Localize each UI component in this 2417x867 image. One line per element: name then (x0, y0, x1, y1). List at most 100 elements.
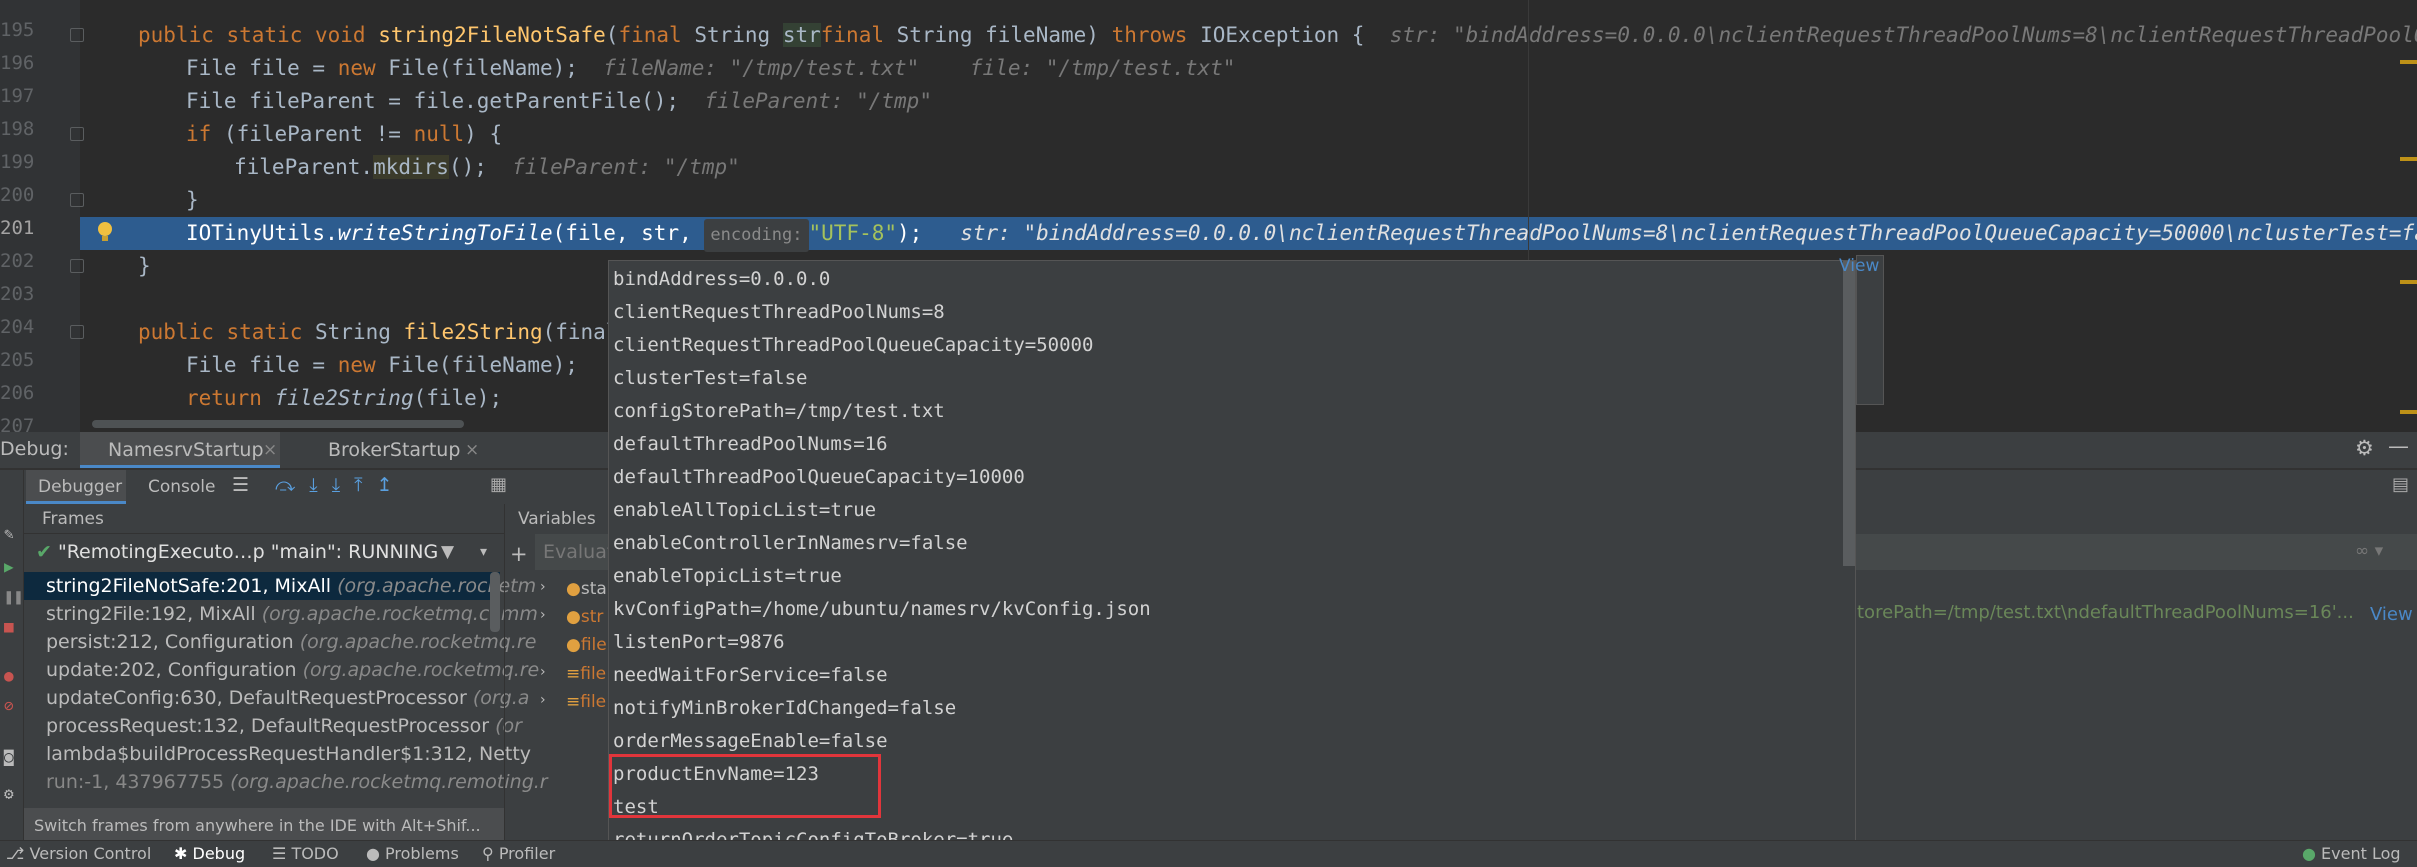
popup-line: clientRequestThreadPoolQueueCapacity=500… (613, 334, 1094, 356)
step-toolbar[interactable]: ⤼⤓⤓⤒↥ (275, 474, 406, 496)
filter-icon[interactable]: ▼ (441, 542, 454, 562)
param-icon: ● (566, 607, 581, 627)
tab-console[interactable]: Console (148, 477, 216, 497)
fold-marker-icon[interactable] (70, 127, 84, 141)
pause-icon[interactable]: ❚❚ (4, 587, 23, 606)
variable-row[interactable]: ●file (566, 635, 607, 655)
popup-line: configStorePath=/tmp/test.txt (613, 400, 945, 422)
thread-selector[interactable]: ✔ "RemotingExecuto…p "main": RUNNING (36, 541, 438, 563)
close-icon: × (465, 440, 480, 460)
field-icon: ● (566, 579, 581, 599)
code-line: } (138, 254, 151, 278)
error-stripe-mark[interactable] (2400, 60, 2417, 64)
event-log-button[interactable]: ● Event Log (2302, 844, 2401, 863)
line-number: 205 (0, 349, 35, 371)
code-line: return file2String(file); (186, 386, 503, 410)
tab-namesrvstartup[interactable]: NamesrvStartup × (80, 432, 280, 468)
settings-icon[interactable]: ⚙ (4, 784, 14, 803)
line-number: 197 (0, 85, 35, 107)
line-number: 203 (0, 283, 35, 305)
popup-line: clusterTest=false (613, 367, 808, 389)
variables-header: Variables (518, 509, 596, 529)
expand-icon[interactable]: › (540, 664, 546, 680)
popup-line: enableTopicList=true (613, 565, 842, 587)
layout-icon[interactable]: ▤ (2392, 474, 2409, 495)
variable-row[interactable]: ≡file (566, 692, 606, 712)
stack-frame[interactable]: string2FileNotSafe:201, MixAll (org.apac… (46, 572, 536, 600)
info-icon: ● (366, 844, 386, 863)
horizontal-scrollbar[interactable] (92, 420, 464, 428)
code-line: if (fileParent != null) { (186, 122, 503, 146)
expand-icon[interactable]: › (540, 692, 546, 708)
stack-frame[interactable]: run:-1, 437967755 (org.apache.rocketmq.r… (46, 768, 548, 796)
popup-scrollbar[interactable] (1843, 261, 1855, 566)
popup-line: listenPort=9876 (613, 631, 785, 653)
camera-icon[interactable]: ◙ (4, 747, 14, 766)
line-number: 202 (0, 250, 35, 272)
stack-frame[interactable]: persist:212, Configuration (org.apache.r… (46, 628, 536, 656)
view-link[interactable]: View (2370, 604, 2413, 625)
mute-breakpoints-icon[interactable]: ⊘ (4, 696, 14, 715)
wrench-icon[interactable]: ✎ (4, 524, 14, 543)
stack-frame[interactable]: updateConfig:630, DefaultRequestProcesso… (46, 684, 529, 712)
code-line: public static void string2FileNotSafe(fi… (138, 19, 2417, 52)
stack-frame[interactable]: lambda$buildProcessRequestHandler$1:312,… (46, 740, 531, 768)
line-number: 206 (0, 382, 35, 404)
breakpoints-icon[interactable]: ● (4, 666, 14, 685)
stack-frame[interactable]: update:202, Configuration (org.apache.ro… (46, 656, 539, 684)
chevron-down-icon[interactable]: ▾ (480, 544, 487, 560)
expand-icon[interactable]: › (540, 579, 546, 595)
inline-value-hint: fileName: "/tmp/test.txt" (603, 56, 920, 80)
frames-scrollbar[interactable] (490, 572, 500, 632)
variable-row[interactable]: ≡file (566, 664, 606, 684)
expand-icon[interactable]: › (540, 607, 546, 623)
menu-icon[interactable]: ☰ (232, 474, 249, 496)
line-number: 199 (0, 151, 35, 173)
inline-value-hint: fileParent: "/tmp" (512, 155, 740, 179)
list-icon: ☰ (272, 844, 292, 863)
code-line: File fileParent = file.getParentFile(); … (186, 89, 932, 113)
chevron-down-icon: ∞ ▾ (2355, 541, 2384, 561)
line-number: 196 (0, 52, 35, 74)
profiler-icon: ⚲ (482, 844, 499, 863)
lightbulb-icon[interactable] (96, 220, 114, 244)
parameter-hint: encoding: (704, 219, 809, 252)
error-stripe-mark[interactable] (2400, 280, 2417, 284)
fold-marker-icon[interactable] (70, 28, 84, 42)
stack-frame[interactable]: string2File:192, MixAll (org.apache.rock… (46, 600, 538, 628)
problems-button[interactable]: ● Problems (366, 844, 459, 863)
variable-row[interactable]: ●sta (566, 579, 607, 599)
todo-button[interactable]: ☰ TODO (272, 844, 339, 863)
param-icon: ● (566, 635, 581, 655)
tab-debugger[interactable]: Debugger (26, 470, 126, 504)
popup-line: defaultThreadPoolQueueCapacity=10000 (613, 466, 1025, 488)
line-number: 198 (0, 118, 35, 140)
minimize-icon[interactable]: — (2388, 434, 2409, 458)
behind-popup: View (1839, 255, 1884, 405)
version-control-button[interactable]: ⎇ Version Control (6, 844, 151, 863)
debug-button[interactable]: ✱ Debug (174, 844, 245, 863)
code-line: public static String file2String(final S (138, 320, 644, 344)
add-icon[interactable]: + (510, 542, 528, 566)
list-icon: ≡ (566, 692, 581, 712)
gear-icon[interactable]: ⚙ (2355, 436, 2374, 460)
resume-icon[interactable]: ▶ (4, 557, 14, 576)
inline-value-hint: str: "bindAddress=0.0.0.0\nclientRequest… (1389, 23, 2417, 47)
fold-marker-icon[interactable] (70, 325, 84, 339)
variable-row[interactable]: ●str (566, 607, 603, 627)
error-stripe-mark[interactable] (2400, 410, 2417, 414)
popup-line: defaultThreadPoolNums=16 (613, 433, 888, 455)
line-number: 195 (0, 19, 35, 41)
check-icon: ✔ (36, 541, 52, 563)
error-stripe-mark[interactable] (2400, 157, 2417, 161)
code-line: IOTinyUtils.writeStringToFile(file, str,… (186, 217, 2417, 252)
fold-marker-icon[interactable] (70, 259, 84, 273)
line-number: 207 (0, 415, 35, 432)
stop-icon[interactable]: ■ (4, 617, 14, 636)
stack-frame[interactable]: processRequest:132, DefaultRequestProces… (46, 712, 522, 740)
table-icon[interactable]: ▦ (490, 474, 507, 495)
bug-icon: ✱ (174, 844, 193, 863)
fold-marker-icon[interactable] (70, 193, 84, 207)
tab-brokerstartup[interactable]: BrokerStartup × (300, 432, 480, 468)
profiler-button[interactable]: ⚲ Profiler (482, 844, 555, 863)
